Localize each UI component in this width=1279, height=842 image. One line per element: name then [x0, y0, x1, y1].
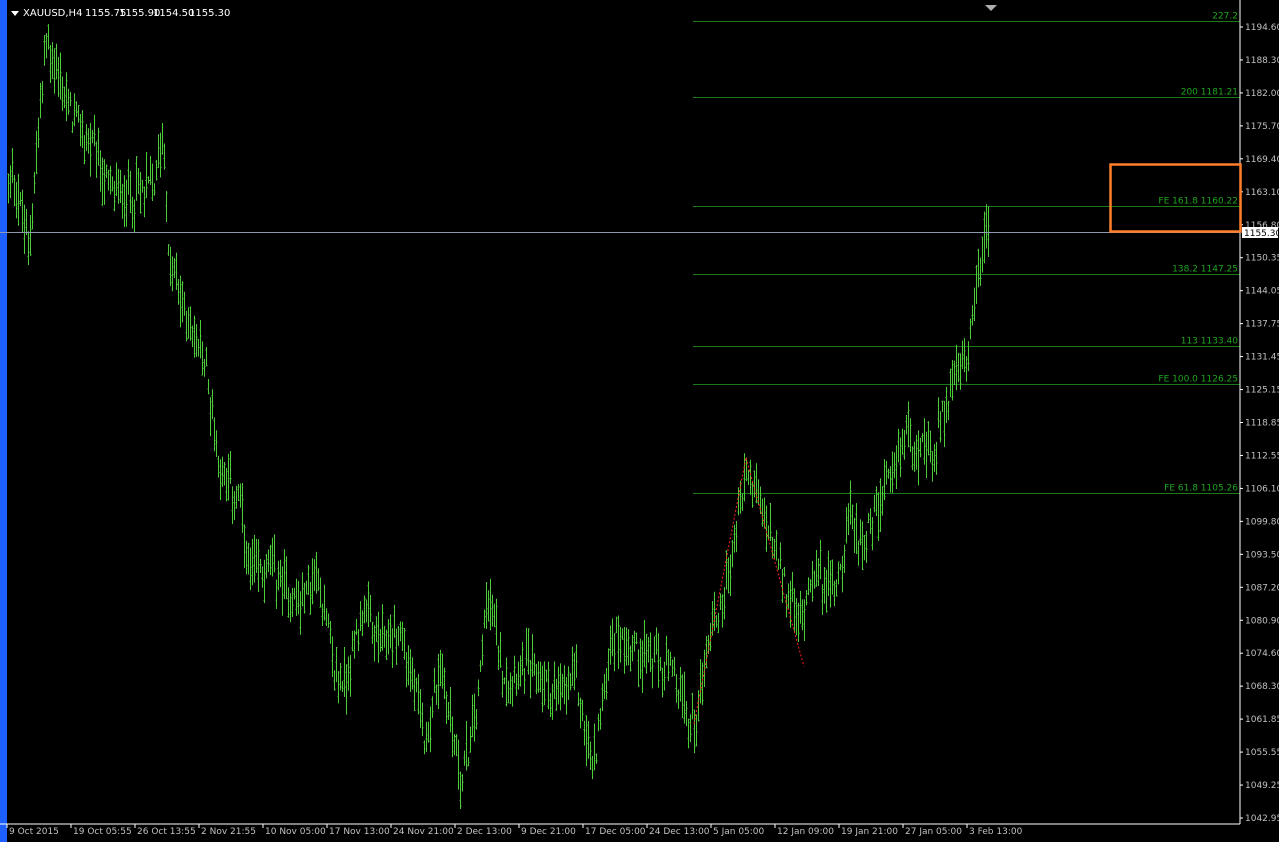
- time-tick-label: 9 Dec 21:00: [521, 827, 576, 837]
- fibo-label: 200 1181.21: [1181, 88, 1238, 98]
- price-tick-label: 1099.80: [1245, 517, 1279, 527]
- price-bars: [7, 24, 990, 810]
- chart-shift-marker-icon[interactable]: [985, 5, 997, 11]
- price-tick-label: 1150.35: [1245, 254, 1279, 264]
- chart-header: XAUUSD,H4 1155.75 1155.90 1154.50 1155.3…: [11, 8, 230, 19]
- chart-window[interactable]: XAUUSD,H4 1155.75 1155.90 1154.50 1155.3…: [0, 0, 1279, 842]
- price-chart[interactable]: XAUUSD,H4 1155.75 1155.90 1154.50 1155.3…: [0, 0, 1279, 842]
- price-tick-label: 1093.50: [1245, 550, 1279, 560]
- time-tick-label: 5 Jan 05:00: [713, 827, 765, 837]
- fibo-label: 138.2 1147.25: [1172, 265, 1238, 275]
- time-tick-label: 27 Jan 05:00: [905, 827, 962, 837]
- chart-menu-triangle-icon[interactable]: [11, 11, 19, 16]
- price-tick-label: 1087.20: [1245, 583, 1279, 593]
- price-tick-label: 1112.55: [1245, 451, 1279, 461]
- time-axis[interactable]: 9 Oct 2015 19 Oct 05:55 26 Oct 13:55 2 Nov …: [6, 824, 1023, 837]
- time-tick-label: 2 Dec 13:00: [457, 827, 512, 837]
- price-tick-label: 1137.75: [1245, 320, 1279, 330]
- time-tick-label: 2 Nov 21:55: [201, 827, 256, 837]
- current-price-tag: 1155.30: [1242, 227, 1279, 239]
- price-tick-label: 1106.10: [1245, 484, 1279, 494]
- time-tick-label: 3 Feb 13:00: [969, 827, 1023, 837]
- zigzag-overlay: [693, 457, 805, 724]
- price-tick-label: 1125.15: [1245, 386, 1279, 396]
- price-tick-label: 1061.85: [1245, 715, 1279, 725]
- price-tick-label: 1175.70: [1245, 122, 1279, 132]
- price-tick-label: 1049.25: [1245, 781, 1279, 791]
- time-tick-label: 19 Jan 21:00: [841, 827, 898, 837]
- time-tick-label: 24 Dec 13:00: [649, 827, 710, 837]
- quote-close: 1155.30: [189, 8, 230, 19]
- price-tick-label: 1194.60: [1245, 23, 1279, 33]
- time-tick-label: 17 Nov 13:00: [329, 827, 390, 837]
- price-tick-label: 1080.90: [1245, 616, 1279, 626]
- time-tick-label: 12 Jan 09:00: [777, 827, 834, 837]
- fibonacci-labels: 227.2 200 1181.21 FE 161.8 1160.22 138.2 11…: [1158, 12, 1238, 494]
- symbol-label: XAUUSD,H4: [23, 8, 82, 19]
- price-tick-label: 1074.60: [1245, 649, 1279, 659]
- price-tick-label: 1144.05: [1245, 287, 1279, 297]
- time-tick-label: 9 Oct 2015: [9, 827, 59, 837]
- price-tick-label: 1055.55: [1245, 748, 1279, 758]
- price-tick-label: 1118.85: [1245, 419, 1279, 429]
- price-tick-label: 1169.40: [1245, 155, 1279, 165]
- price-tick-label: 1068.30: [1245, 682, 1279, 692]
- fibo-label: FE 100.0 1126.25: [1158, 375, 1238, 385]
- fibo-label: FE 61.8 1105.26: [1164, 484, 1238, 494]
- price-axis[interactable]: 1194.60 1188.30 1182.00 1175.70 1169.40 1163.…: [1240, 23, 1279, 824]
- fibo-label: 227.2: [1212, 12, 1238, 22]
- fibo-label: FE 161.8 1160.22: [1158, 197, 1238, 207]
- fibo-label: 113 1133.40: [1181, 337, 1239, 347]
- time-tick-label: 17 Dec 05:00: [585, 827, 646, 837]
- price-tick-label: 1188.30: [1245, 56, 1279, 66]
- time-tick-label: 10 Nov 05:00: [265, 827, 326, 837]
- time-tick-label: 24 Nov 21:00: [393, 827, 454, 837]
- price-tick-label: 1163.10: [1245, 188, 1279, 198]
- price-tick-label: 1042.95: [1245, 814, 1279, 824]
- time-tick-label: 26 Oct 13:55: [137, 827, 196, 837]
- current-price-value: 1155.30: [1244, 229, 1279, 239]
- price-tick-label: 1182.00: [1245, 89, 1279, 99]
- fibonacci-lines: [693, 21, 1240, 494]
- time-tick-label: 19 Oct 05:55: [73, 827, 132, 837]
- zigzag-segment[interactable]: [745, 457, 805, 667]
- price-tick-label: 1131.45: [1245, 353, 1279, 363]
